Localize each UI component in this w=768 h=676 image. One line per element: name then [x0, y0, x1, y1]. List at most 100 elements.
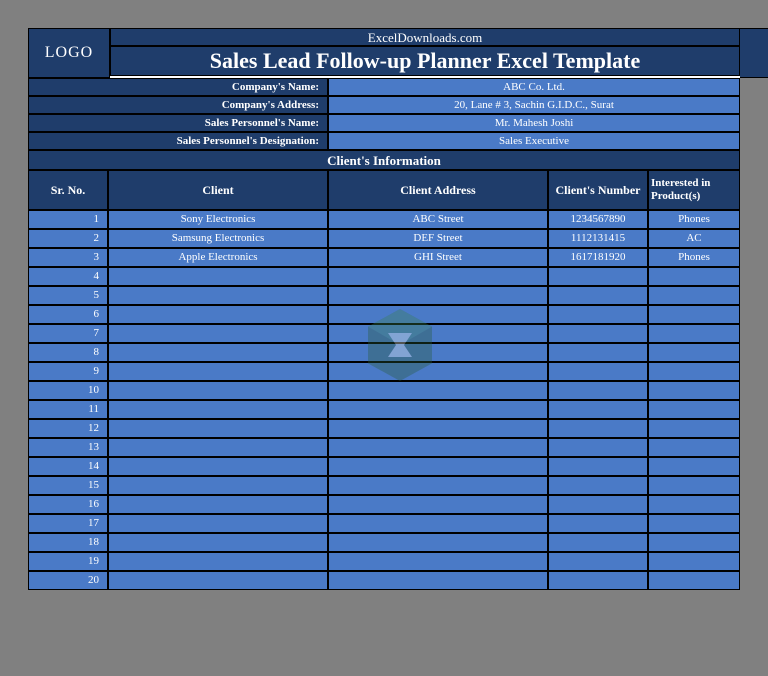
cell-address: [328, 286, 548, 305]
cell-address: [328, 457, 548, 476]
cell-number: [548, 343, 648, 362]
cell-address: ABC Street: [328, 210, 548, 229]
cell-address: [328, 324, 548, 343]
value-personnel-designation: Sales Executive: [328, 132, 740, 150]
cell-sr: 13: [28, 438, 108, 457]
col-header-sr: Sr. No.: [28, 170, 108, 210]
cell-address: [328, 343, 548, 362]
cell-number: [548, 286, 648, 305]
cell-product: [648, 362, 740, 381]
cell-client: [108, 552, 328, 571]
cell-sr: 1: [28, 210, 108, 229]
label-company-address: Company's Address:: [28, 96, 328, 114]
cell-product: [648, 343, 740, 362]
cell-client: [108, 362, 328, 381]
cell-sr: 4: [28, 267, 108, 286]
cell-number: [548, 514, 648, 533]
cell-number: 1234567890: [548, 210, 648, 229]
cell-sr: 5: [28, 286, 108, 305]
cell-address: [328, 533, 548, 552]
cell-product: [648, 419, 740, 438]
cell-number: [548, 362, 648, 381]
label-personnel-designation: Sales Personnel's Designation:: [28, 132, 328, 150]
cell-address: [328, 362, 548, 381]
table-row: 17: [28, 514, 740, 533]
cell-client: Sony Electronics: [108, 210, 328, 229]
table-row: 4: [28, 267, 740, 286]
cell-address: [328, 514, 548, 533]
cell-product: [648, 438, 740, 457]
cell-client: [108, 400, 328, 419]
cell-sr: 10: [28, 381, 108, 400]
cell-number: [548, 324, 648, 343]
cell-address: [328, 400, 548, 419]
cell-product: Phones: [648, 210, 740, 229]
cell-client: [108, 495, 328, 514]
table-row: 8: [28, 343, 740, 362]
cell-address: [328, 305, 548, 324]
cell-sr: 16: [28, 495, 108, 514]
table-row: 16: [28, 495, 740, 514]
table-row: 11: [28, 400, 740, 419]
table-row: 2Samsung ElectronicsDEF Street1112131415…: [28, 229, 740, 248]
table-row: 15: [28, 476, 740, 495]
cell-number: 1112131415: [548, 229, 648, 248]
cell-product: [648, 571, 740, 590]
cell-number: [548, 552, 648, 571]
cell-client: [108, 476, 328, 495]
table-row: 20: [28, 571, 740, 590]
cell-sr: 11: [28, 400, 108, 419]
table-row: 9: [28, 362, 740, 381]
table-row: 7: [28, 324, 740, 343]
label-personnel-name: Sales Personnel's Name:: [28, 114, 328, 132]
cell-product: [648, 457, 740, 476]
cell-client: Apple Electronics: [108, 248, 328, 267]
cell-product: [648, 495, 740, 514]
cell-number: [548, 305, 648, 324]
cell-client: [108, 571, 328, 590]
cell-sr: 6: [28, 305, 108, 324]
table-row: 6: [28, 305, 740, 324]
cell-product: [648, 381, 740, 400]
section-header: Client's Information: [28, 150, 740, 170]
col-header-client: Client: [108, 170, 328, 210]
cell-address: [328, 267, 548, 286]
cell-address: DEF Street: [328, 229, 548, 248]
cell-client: [108, 267, 328, 286]
cell-product: [648, 305, 740, 324]
cell-sr: 2: [28, 229, 108, 248]
spreadsheet-template: LOGO ExcelDownloads.com Sales Lead Follo…: [28, 28, 740, 590]
cell-product: [648, 514, 740, 533]
cell-address: [328, 476, 548, 495]
cell-product: [648, 552, 740, 571]
cell-address: [328, 495, 548, 514]
cell-client: [108, 457, 328, 476]
cell-product: [648, 400, 740, 419]
cell-client: [108, 381, 328, 400]
cell-client: [108, 419, 328, 438]
cell-product: [648, 533, 740, 552]
cell-number: [548, 476, 648, 495]
template-title: Sales Lead Follow-up Planner Excel Templ…: [110, 46, 740, 76]
value-personnel-name: Mr. Mahesh Joshi: [328, 114, 740, 132]
cell-address: [328, 419, 548, 438]
cell-address: [328, 571, 548, 590]
cell-number: [548, 571, 648, 590]
cell-sr: 3: [28, 248, 108, 267]
cell-sr: 7: [28, 324, 108, 343]
table-row: 12: [28, 419, 740, 438]
logo-placeholder: LOGO: [28, 28, 110, 78]
cell-client: [108, 324, 328, 343]
cell-number: [548, 495, 648, 514]
table-row: 10: [28, 381, 740, 400]
right-dark-block: [740, 28, 768, 78]
cell-number: [548, 381, 648, 400]
cell-product: [648, 324, 740, 343]
site-name: ExcelDownloads.com: [110, 28, 740, 46]
table-row: 1Sony ElectronicsABC Street1234567890Pho…: [28, 210, 740, 229]
cell-sr: 12: [28, 419, 108, 438]
table-row: 3Apple ElectronicsGHI Street1617181920Ph…: [28, 248, 740, 267]
table-row: 5: [28, 286, 740, 305]
cell-client: [108, 305, 328, 324]
cell-product: AC: [648, 229, 740, 248]
